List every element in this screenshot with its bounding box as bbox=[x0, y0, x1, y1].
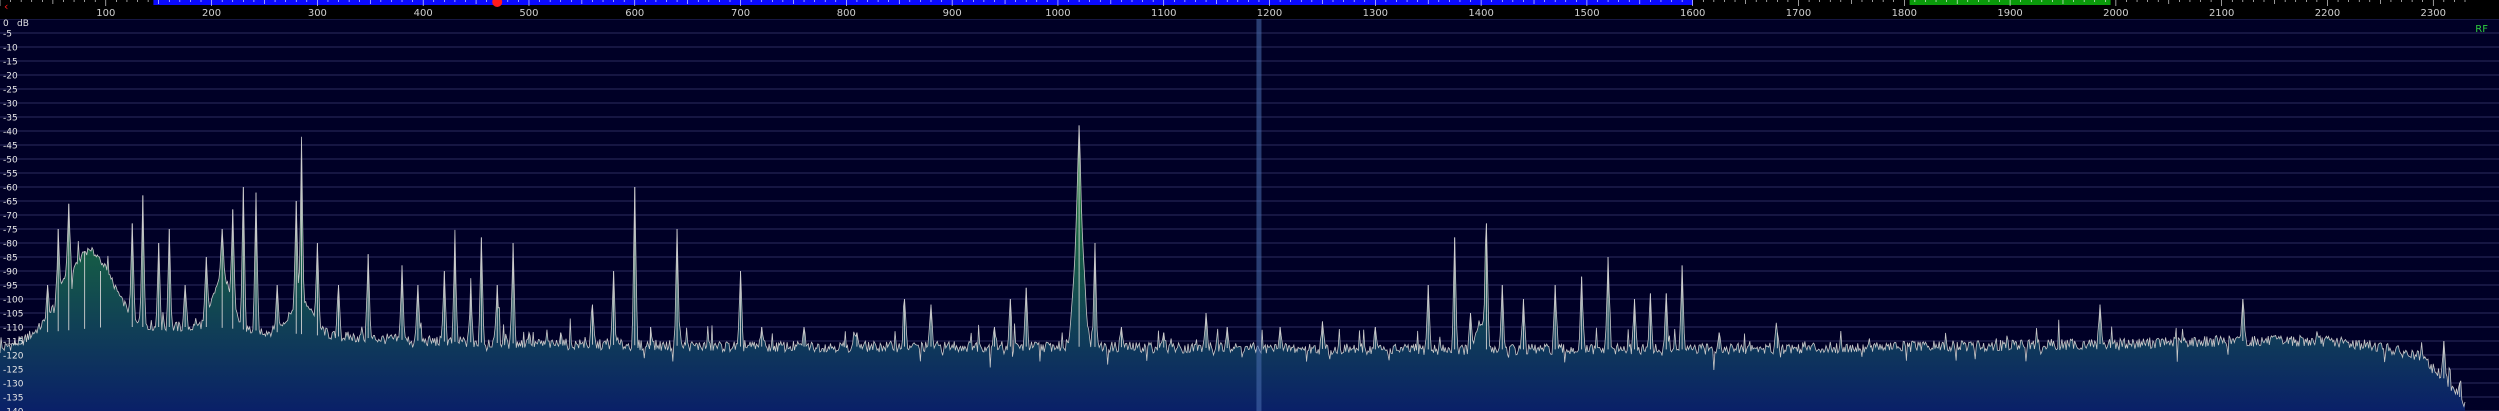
db-label: -110 bbox=[3, 324, 24, 334]
frequency-label: 700 bbox=[731, 8, 750, 19]
frequency-label: 200 bbox=[202, 8, 221, 19]
db-label: -10 bbox=[3, 44, 18, 54]
db-label: -95 bbox=[3, 282, 18, 292]
db-label: -80 bbox=[3, 240, 18, 250]
frequency-label: 1500 bbox=[1574, 8, 1599, 19]
spectrum-display[interactable]: 0-5 -10 -15 -20 -25 -30 -35 -40 -45 -50 -55 -60 -65 -… bbox=[0, 19, 2499, 411]
db-label: -25 bbox=[3, 86, 18, 96]
db-label: -65 bbox=[3, 198, 18, 208]
scale-left-marker-icon: ‹ bbox=[4, 0, 8, 13]
frequency-label: 1200 bbox=[1257, 8, 1282, 19]
db-label: -140 bbox=[3, 408, 24, 411]
db-label: -35 bbox=[3, 114, 18, 124]
frequency-label: 2200 bbox=[2315, 8, 2340, 19]
frequency-label: 1700 bbox=[1786, 8, 1811, 19]
frequency-label: 800 bbox=[837, 8, 856, 19]
frequency-scale[interactable]: 100 200 300 400 500 600 700 800 900 1000 1100 1200 1… bbox=[0, 0, 2499, 19]
db-label: -125 bbox=[3, 366, 23, 376]
passband-blue[interactable] bbox=[153, 0, 1693, 5]
frequency-label: 300 bbox=[308, 8, 327, 19]
db-label: -105 bbox=[3, 310, 23, 320]
frequency-label: 1800 bbox=[1892, 8, 1917, 19]
db-label: -15 bbox=[3, 58, 18, 68]
frequency-label: 500 bbox=[519, 8, 538, 19]
db-label: -5 bbox=[3, 30, 12, 40]
db-label: -120 bbox=[3, 352, 24, 362]
frequency-label: 1900 bbox=[1997, 8, 2022, 19]
frequency-label: 900 bbox=[943, 8, 962, 19]
frequency-label: 1300 bbox=[1363, 8, 1388, 19]
db-label: -90 bbox=[3, 268, 18, 278]
db-label: 0 bbox=[3, 19, 9, 29]
frequency-label: 2000 bbox=[2103, 8, 2128, 19]
db-unit-label: dB bbox=[17, 19, 29, 29]
frequency-label: 1100 bbox=[1151, 8, 1176, 19]
db-label: -55 bbox=[3, 170, 18, 180]
frequency-label: 100 bbox=[96, 8, 115, 19]
frequency-marker-line[interactable] bbox=[1256, 19, 1262, 411]
db-label: -85 bbox=[3, 254, 18, 264]
frequency-label: 400 bbox=[414, 8, 433, 19]
db-label: -115 bbox=[3, 338, 23, 348]
frequency-label: 2300 bbox=[2421, 8, 2446, 19]
db-label: -135 bbox=[3, 394, 23, 404]
db-label: -40 bbox=[3, 128, 18, 138]
frequency-label: 1000 bbox=[1045, 8, 1070, 19]
rf-label: RF bbox=[2475, 24, 2488, 35]
db-label: -75 bbox=[3, 226, 18, 236]
frequency-label: 1600 bbox=[1680, 8, 1705, 19]
db-label: -100 bbox=[3, 296, 24, 306]
db-label: -45 bbox=[3, 142, 18, 152]
db-label: -20 bbox=[3, 72, 18, 82]
frequency-label: 600 bbox=[625, 8, 644, 19]
db-label: -60 bbox=[3, 184, 18, 194]
db-label: -130 bbox=[3, 380, 24, 390]
db-label: -30 bbox=[3, 100, 18, 110]
frequency-label: 1400 bbox=[1468, 8, 1493, 19]
db-label: -70 bbox=[3, 212, 18, 222]
frequency-label: 2100 bbox=[2209, 8, 2234, 19]
db-label: -50 bbox=[3, 156, 18, 166]
